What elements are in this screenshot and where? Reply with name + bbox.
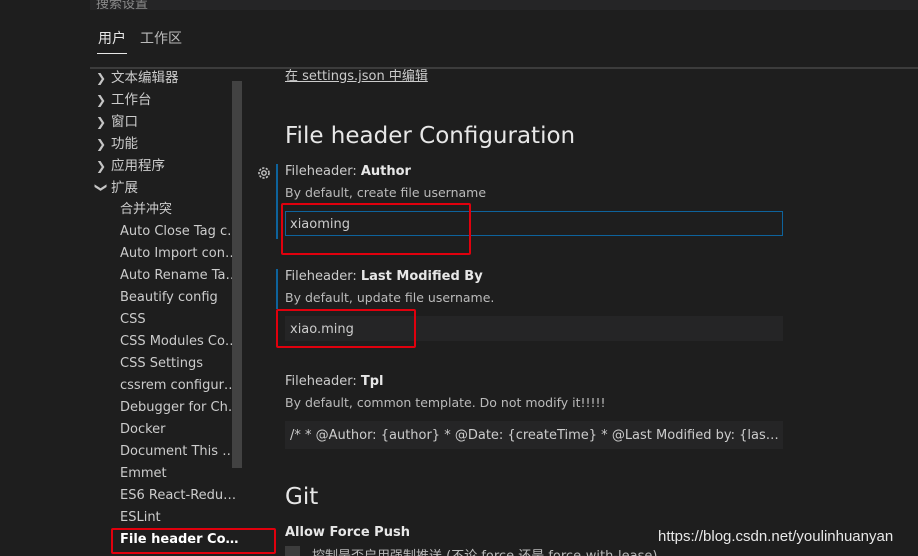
toc-group-label: 工作台 [111,92,152,108]
active-tab-indicator [97,53,127,54]
allow-force-push-description: 控制是否启用强制推送 (不论 force 还是 force-with-lease… [312,545,657,556]
watermark-text: https://blog.csdn.net/youlinhuanyan [658,528,894,545]
editor-gutter [0,0,90,556]
toc-ext-eslint[interactable]: ESLint [120,507,242,529]
toc-ext-auto-close-tag[interactable]: Auto Close Tag con... [120,221,242,243]
setting-name: Author [360,164,411,179]
chevron-right-icon: ❯ [96,93,107,107]
toc-ext-auto-import[interactable]: Auto Import config... [120,243,242,265]
section-title-file-header: File header Configuration [285,123,576,149]
toc-group-label: 功能 [111,136,138,152]
toc-ext-emmet[interactable]: Emmet [120,463,242,485]
toc-group-window[interactable]: ❯ 窗口 [90,111,240,133]
setting-name: Tpl [360,374,384,389]
tpl-input[interactable]: /* * @Author: {author} * @Date: {createT… [285,421,783,449]
toc-ext-auto-rename-tag[interactable]: Auto Rename Tag c... [120,265,242,287]
setting-name: Allow Force Push [285,525,410,540]
modified-indicator [276,164,278,239]
toc-group-label: 扩展 [111,180,138,196]
chevron-right-icon: ❯ [96,137,107,151]
toc-ext-merge-conflict[interactable]: 合并冲突 [120,199,242,221]
tab-user[interactable]: 用户 [98,28,126,48]
setting-description: By default, common template. Do not modi… [285,395,606,410]
tab-workspace[interactable]: 工作区 [140,28,182,48]
toc-group-extensions[interactable]: ❯ 扩展 [90,177,240,199]
modified-indicator [276,269,278,309]
section-title-git: Git [285,484,319,510]
allow-force-push-checkbox[interactable] [285,546,300,556]
gear-icon[interactable] [256,165,272,181]
annotation-highlight-last-modified [276,309,416,348]
edit-in-settings-json-link[interactable]: 在 settings.json 中编辑 [285,69,428,84]
setting-category: Fileheader: [285,164,361,179]
toc-ext-document-this[interactable]: Document This con... [120,441,242,463]
chevron-right-icon: ❯ [96,159,107,173]
setting-title: Fileheader: Last Modified By [285,269,483,284]
annotation-highlight-author [281,203,471,255]
toc-group-text-editor[interactable]: ❯ 文本编辑器 [90,67,240,89]
toc-scrollbar[interactable] [232,81,242,468]
toc-group-features[interactable]: ❯ 功能 [90,133,240,155]
toc-ext-docker[interactable]: Docker [120,419,242,441]
chevron-right-icon: ❯ [96,115,107,129]
setting-title: Fileheader: Author [285,164,411,179]
chevron-right-icon: ❯ [96,71,107,85]
toc-ext-css-settings[interactable]: CSS Settings [120,353,242,375]
settings-scope-tabs: 用户 工作区 [90,22,918,56]
setting-description: By default, create file username [285,185,487,200]
toc-group-workbench[interactable]: ❯ 工作台 [90,89,240,111]
toc-ext-beautify[interactable]: Beautify config [120,287,242,309]
toc-group-label: 文本编辑器 [111,70,179,86]
search-settings-bar[interactable]: 搜索设置 [90,0,918,10]
search-settings-placeholder: 搜索设置 [96,0,149,10]
setting-category: Fileheader: [285,269,361,284]
settings-toc: ❯ 文本编辑器 ❯ 工作台 ❯ 窗口 ❯ 功能 ❯ 应用程序 ❯ 扩展 合并冲突 Auto … [90,67,243,556]
toc-group-label: 应用程序 [111,158,165,174]
toc-ext-css-modules[interactable]: CSS Modules Confi... [120,331,242,353]
setting-name: Last Modified By [360,269,483,284]
setting-description: By default, update file username. [285,290,495,305]
toc-ext-css[interactable]: CSS [120,309,242,331]
toc-ext-cssrem[interactable]: cssrem configuration [120,375,242,397]
setting-title: Fileheader: Tpl [285,374,383,389]
toc-ext-es6-react-redux[interactable]: ES6 React-Redux S... [120,485,242,507]
setting-tpl: Fileheader: Tpl By default, common templ… [276,374,806,449]
setting-category: Fileheader: [285,374,361,389]
chevron-down-icon: ❯ [94,182,109,193]
toc-group-application[interactable]: ❯ 应用程序 [90,155,240,177]
toc-group-label: 窗口 [111,114,138,130]
setting-allow-force-push: Allow Force Push [285,525,410,540]
toc-ext-debugger-chrome[interactable]: Debugger for Chro... [120,397,242,419]
